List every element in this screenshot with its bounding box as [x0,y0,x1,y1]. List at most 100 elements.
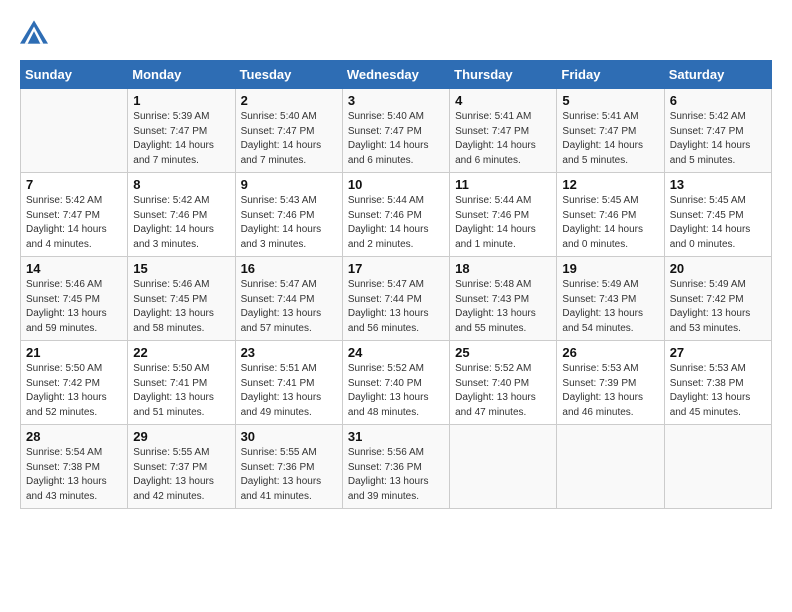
day-number: 22 [133,345,229,360]
day-header-sunday: Sunday [21,61,128,89]
day-info: Sunrise: 5:40 AM Sunset: 7:47 PM Dayligh… [348,110,444,168]
day-number: 5 [562,93,658,108]
calendar-cell: 2 Sunrise: 5:40 AM Sunset: 7:47 PM Daylig… [235,89,342,173]
day-info: Sunrise: 5:54 AM Sunset: 7:38 PM Dayligh… [26,446,122,504]
day-number: 10 [348,177,444,192]
calendar-cell: 17 Sunrise: 5:47 AM Sunset: 7:44 PM Dayli… [342,257,449,341]
page-header [20,20,772,44]
calendar-cell: 4 Sunrise: 5:41 AM Sunset: 7:47 PM Daylig… [450,89,557,173]
calendar-cell: 18Sunrise: 5:48 AM Sunset: 7:43 PM Dayli… [450,257,557,341]
day-number: 2 [241,93,337,108]
day-number: 23 [241,345,337,360]
day-number: 3 [348,93,444,108]
day-info: Sunrise: 5:42 AM Sunset: 7:46 PM Dayligh… [133,194,229,252]
day-number: 31 [348,429,444,444]
day-number: 30 [241,429,337,444]
day-info: Sunrise: 5:50 AM Sunset: 7:41 PM Dayligh… [133,362,229,420]
day-header-wednesday: Wednesday [342,61,449,89]
calendar-cell [557,425,664,509]
calendar-cell: 31 Sunrise: 5:56 AM Sunset: 7:36 PM Dayli… [342,425,449,509]
day-header-monday: Monday [128,61,235,89]
day-number: 13 [670,177,766,192]
calendar-cell: 14 Sunrise: 5:46 AM Sunset: 7:45 PM Dayli… [21,257,128,341]
day-number: 21 [26,345,122,360]
calendar-cell: 19 Sunrise: 5:49 AM Sunset: 7:43 PM Dayli… [557,257,664,341]
logo-icon [20,20,48,44]
calendar-cell: 13 Sunrise: 5:45 AM Sunset: 7:45 PM Dayli… [664,173,771,257]
day-header-thursday: Thursday [450,61,557,89]
day-number: 19 [562,261,658,276]
calendar-cell: 11 Sunrise: 5:44 AM Sunset: 7:46 PM Dayli… [450,173,557,257]
calendar-cell [450,425,557,509]
day-number: 4 [455,93,551,108]
day-info: Sunrise: 5:46 AM Sunset: 7:45 PM Dayligh… [26,278,122,336]
day-number: 11 [455,177,551,192]
day-info: Sunrise: 5:50 AM Sunset: 7:42 PM Dayligh… [26,362,122,420]
day-info: Sunrise: 5:45 AM Sunset: 7:46 PM Dayligh… [562,194,658,252]
calendar-cell [664,425,771,509]
day-info: Sunrise: 5:52 AM Sunset: 7:40 PM Dayligh… [455,362,551,420]
day-number: 28 [26,429,122,444]
day-info: Sunrise: 5:41 AM Sunset: 7:47 PM Dayligh… [562,110,658,168]
day-number: 6 [670,93,766,108]
day-info: Sunrise: 5:55 AM Sunset: 7:36 PM Dayligh… [241,446,337,504]
day-info: Sunrise: 5:47 AM Sunset: 7:44 PM Dayligh… [348,278,444,336]
day-header-friday: Friday [557,61,664,89]
day-number: 25 [455,345,551,360]
day-info: Sunrise: 5:40 AM Sunset: 7:47 PM Dayligh… [241,110,337,168]
day-info: Sunrise: 5:44 AM Sunset: 7:46 PM Dayligh… [348,194,444,252]
day-number: 8 [133,177,229,192]
day-number: 20 [670,261,766,276]
day-info: Sunrise: 5:41 AM Sunset: 7:47 PM Dayligh… [455,110,551,168]
day-info: Sunrise: 5:49 AM Sunset: 7:42 PM Dayligh… [670,278,766,336]
day-info: Sunrise: 5:44 AM Sunset: 7:46 PM Dayligh… [455,194,551,252]
day-info: Sunrise: 5:53 AM Sunset: 7:39 PM Dayligh… [562,362,658,420]
day-number: 27 [670,345,766,360]
calendar-cell: 27Sunrise: 5:53 AM Sunset: 7:38 PM Dayli… [664,341,771,425]
day-info: Sunrise: 5:42 AM Sunset: 7:47 PM Dayligh… [670,110,766,168]
day-info: Sunrise: 5:46 AM Sunset: 7:45 PM Dayligh… [133,278,229,336]
day-number: 17 [348,261,444,276]
calendar-week-row: 28 Sunrise: 5:54 AM Sunset: 7:38 PM Dayli… [21,425,772,509]
calendar-week-row: 21 Sunrise: 5:50 AM Sunset: 7:42 PM Dayli… [21,341,772,425]
calendar-cell: 28 Sunrise: 5:54 AM Sunset: 7:38 PM Dayli… [21,425,128,509]
day-number: 15 [133,261,229,276]
day-number: 16 [241,261,337,276]
calendar-cell: 1 Sunrise: 5:39 AM Sunset: 7:47 PM Daylig… [128,89,235,173]
calendar-cell: 29 Sunrise: 5:55 AM Sunset: 7:37 PM Dayli… [128,425,235,509]
day-number: 12 [562,177,658,192]
calendar-cell: 20 Sunrise: 5:49 AM Sunset: 7:42 PM Dayli… [664,257,771,341]
day-number: 24 [348,345,444,360]
calendar-week-row: 7 Sunrise: 5:42 AM Sunset: 7:47 PM Daylig… [21,173,772,257]
calendar-header-row: SundayMondayTuesdayWednesdayThursdayFrid… [21,61,772,89]
day-info: Sunrise: 5:45 AM Sunset: 7:45 PM Dayligh… [670,194,766,252]
day-number: 9 [241,177,337,192]
calendar-cell: 15 Sunrise: 5:46 AM Sunset: 7:45 PM Dayli… [128,257,235,341]
calendar-cell: 24 Sunrise: 5:52 AM Sunset: 7:40 PM Dayli… [342,341,449,425]
day-header-tuesday: Tuesday [235,61,342,89]
calendar-cell: 12 Sunrise: 5:45 AM Sunset: 7:46 PM Dayli… [557,173,664,257]
day-info: Sunrise: 5:48 AM Sunset: 7:43 PM Dayligh… [455,278,551,336]
day-info: Sunrise: 5:47 AM Sunset: 7:44 PM Dayligh… [241,278,337,336]
day-number: 7 [26,177,122,192]
day-number: 29 [133,429,229,444]
calendar-cell: 6 Sunrise: 5:42 AM Sunset: 7:47 PM Daylig… [664,89,771,173]
day-info: Sunrise: 5:51 AM Sunset: 7:41 PM Dayligh… [241,362,337,420]
day-info: Sunrise: 5:56 AM Sunset: 7:36 PM Dayligh… [348,446,444,504]
day-info: Sunrise: 5:42 AM Sunset: 7:47 PM Dayligh… [26,194,122,252]
day-info: Sunrise: 5:55 AM Sunset: 7:37 PM Dayligh… [133,446,229,504]
day-number: 1 [133,93,229,108]
day-info: Sunrise: 5:52 AM Sunset: 7:40 PM Dayligh… [348,362,444,420]
day-info: Sunrise: 5:43 AM Sunset: 7:46 PM Dayligh… [241,194,337,252]
calendar-cell: 5 Sunrise: 5:41 AM Sunset: 7:47 PM Daylig… [557,89,664,173]
logo [20,20,52,44]
calendar-table: SundayMondayTuesdayWednesdayThursdayFrid… [20,60,772,509]
calendar-cell: 26Sunrise: 5:53 AM Sunset: 7:39 PM Dayli… [557,341,664,425]
day-number: 14 [26,261,122,276]
day-info: Sunrise: 5:49 AM Sunset: 7:43 PM Dayligh… [562,278,658,336]
calendar-cell: 23 Sunrise: 5:51 AM Sunset: 7:41 PM Dayli… [235,341,342,425]
calendar-cell [21,89,128,173]
day-info: Sunrise: 5:39 AM Sunset: 7:47 PM Dayligh… [133,110,229,168]
calendar-cell: 10 Sunrise: 5:44 AM Sunset: 7:46 PM Dayli… [342,173,449,257]
calendar-week-row: 14 Sunrise: 5:46 AM Sunset: 7:45 PM Dayli… [21,257,772,341]
